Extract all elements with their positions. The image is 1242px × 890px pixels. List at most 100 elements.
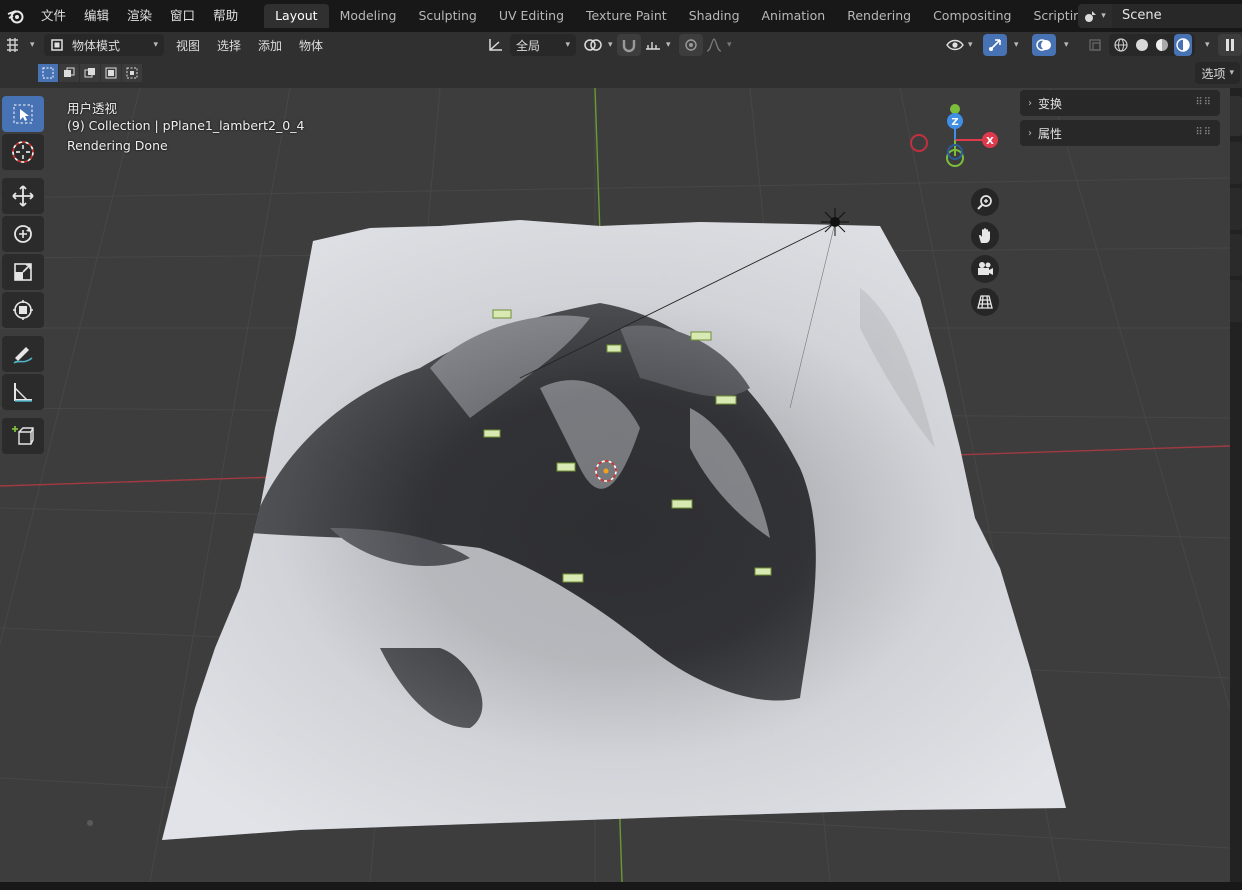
tab-texture-paint[interactable]: Texture Paint <box>575 4 678 28</box>
drag-grip-icon[interactable]: ⠿⠿ <box>1195 127 1212 138</box>
y-axis-handle-top[interactable] <box>950 104 960 114</box>
navigation-gizmo[interactable]: Z X <box>905 100 1005 186</box>
move-tool[interactable] <box>2 178 44 214</box>
scene-name-field[interactable]: Scene <box>1112 4 1242 28</box>
camera-view-button[interactable] <box>971 255 999 283</box>
view-name-label: 用户透视 <box>67 101 118 116</box>
falloff-dropdown[interactable]: ▾ <box>705 34 732 56</box>
select-box-tool[interactable] <box>2 96 44 132</box>
select-extend-icon[interactable] <box>59 64 79 82</box>
pause-render-button[interactable] <box>1218 34 1242 56</box>
select-invert-icon[interactable] <box>101 64 121 82</box>
wireframe-shading-icon[interactable] <box>1112 34 1131 56</box>
snap-toggle[interactable] <box>617 34 641 56</box>
magnet-icon <box>622 40 636 53</box>
drag-grip-icon[interactable]: ⠿⠿ <box>1195 97 1212 108</box>
add-cube-tool[interactable] <box>2 418 44 454</box>
view-menu[interactable]: 视图 <box>176 34 200 56</box>
chevron-down-icon: ▾ <box>1101 11 1106 21</box>
menu-help[interactable]: 帮助 <box>204 0 247 32</box>
annotate-tool[interactable] <box>2 336 44 372</box>
orientation-label: 全局 <box>516 38 541 53</box>
falloff-curve-icon <box>706 38 722 52</box>
zoom-button[interactable] <box>971 188 999 216</box>
tab-modeling[interactable]: Modeling <box>329 4 408 28</box>
transform-orientation-dropdown[interactable]: 全局 ▾ <box>486 34 576 56</box>
solid-shading-icon[interactable] <box>1133 34 1152 56</box>
gizmo-toggle[interactable] <box>983 34 1007 56</box>
material-shading-icon[interactable] <box>1153 34 1172 56</box>
sidebar-tab-edit[interactable] <box>1230 234 1242 276</box>
chevron-down-icon[interactable]: ▾ <box>1205 34 1210 56</box>
sidebar-tab-extra[interactable] <box>1230 280 1242 322</box>
tab-uv-editing[interactable]: UV Editing <box>488 4 575 28</box>
overlays-icon <box>1036 39 1051 51</box>
proportional-edit-toggle[interactable] <box>679 34 703 56</box>
sidebar-tab-view[interactable] <box>1230 188 1242 230</box>
pan-button[interactable] <box>971 222 999 250</box>
tab-layout[interactable]: Layout <box>264 4 329 28</box>
sidebar-tab-item[interactable] <box>1230 96 1242 136</box>
menu-render[interactable]: 渲染 <box>118 0 161 32</box>
snap-increment-icon <box>646 42 660 50</box>
tab-compositing[interactable]: Compositing <box>922 4 1022 28</box>
editor-type-button[interactable]: ▾ <box>4 34 35 56</box>
mode-dropdown[interactable]: 物体模式 ▾ <box>44 34 164 56</box>
blender-logo-icon[interactable] <box>4 4 28 28</box>
3d-viewport[interactable]: 用户透视 (9) Collection | pPlane1_lambert2_0… <box>0 88 1230 882</box>
overlays-toggle[interactable] <box>1032 34 1056 56</box>
cursor-tool[interactable] <box>2 134 44 170</box>
add-menu[interactable]: 添加 <box>258 34 282 56</box>
move-arrows-icon <box>12 185 34 207</box>
object-menu[interactable]: 物体 <box>299 34 323 56</box>
snap-target-dropdown[interactable]: ▾ <box>644 34 671 56</box>
pencil-icon <box>13 347 33 364</box>
rotate-tool[interactable] <box>2 216 44 252</box>
select-menu[interactable]: 选择 <box>217 34 241 56</box>
menu-edit[interactable]: 编辑 <box>75 0 118 32</box>
tab-shading[interactable]: Shading <box>678 4 751 28</box>
sun-light-icon[interactable] <box>821 208 849 236</box>
render-status-label: Rendering Done <box>67 138 168 153</box>
select-intersect-icon[interactable] <box>122 64 142 82</box>
z-axis-label: Z <box>951 117 958 128</box>
transform-tool[interactable] <box>2 292 44 328</box>
scene-icon[interactable]: ▾ <box>1078 4 1112 28</box>
pivot-point-dropdown[interactable]: ▾ <box>582 34 613 56</box>
xray-icon <box>1089 39 1101 51</box>
tab-sculpting[interactable]: Sculpting <box>407 4 487 28</box>
xray-toggle[interactable] <box>1083 34 1107 56</box>
menu-window[interactable]: 窗口 <box>161 0 204 32</box>
properties-section-label: 属性 <box>1038 126 1063 141</box>
orientation-icon <box>489 39 502 51</box>
visibility-dropdown[interactable]: ▾ <box>946 34 973 56</box>
object-mode-icon <box>51 39 63 51</box>
rendered-shading-icon[interactable] <box>1173 34 1192 56</box>
select-new-icon[interactable] <box>38 64 58 82</box>
scale-tool[interactable] <box>2 254 44 290</box>
neg-x-axis-handle[interactable] <box>910 134 928 152</box>
measure-tool[interactable] <box>2 374 44 410</box>
origin-dot <box>87 820 93 826</box>
chevron-down-icon[interactable]: ▾ <box>1014 34 1019 56</box>
collection-info-label: (9) Collection | pPlane1_lambert2_0_4 <box>67 118 305 133</box>
terrain-mesh[interactable] <box>150 208 1080 848</box>
npanel-properties-section[interactable]: › 属性 ⠿⠿ <box>1020 120 1220 146</box>
chevron-down-icon: ▾ <box>608 40 613 50</box>
toggle-projection-button[interactable] <box>971 288 999 316</box>
scene-selector[interactable]: ▾ Scene <box>1078 4 1242 28</box>
options-dropdown[interactable]: 选项 ▾ <box>1195 62 1240 84</box>
select-subtract-icon[interactable] <box>80 64 100 82</box>
chevron-down-icon: ▾ <box>666 40 671 50</box>
transform-icon <box>13 300 33 320</box>
tab-animation[interactable]: Animation <box>751 4 837 28</box>
eye-icon <box>946 39 964 51</box>
tab-rendering[interactable]: Rendering <box>836 4 922 28</box>
pause-icon <box>1226 39 1234 51</box>
scale-icon <box>14 263 32 281</box>
sidebar-tab-tool[interactable] <box>1230 142 1242 184</box>
menu-file[interactable]: 文件 <box>32 0 75 32</box>
npanel-transform-section[interactable]: › 变换 ⠿⠿ <box>1020 90 1220 116</box>
chevron-down-icon[interactable]: ▾ <box>1064 34 1069 56</box>
selection-mode-buttons <box>38 64 142 82</box>
